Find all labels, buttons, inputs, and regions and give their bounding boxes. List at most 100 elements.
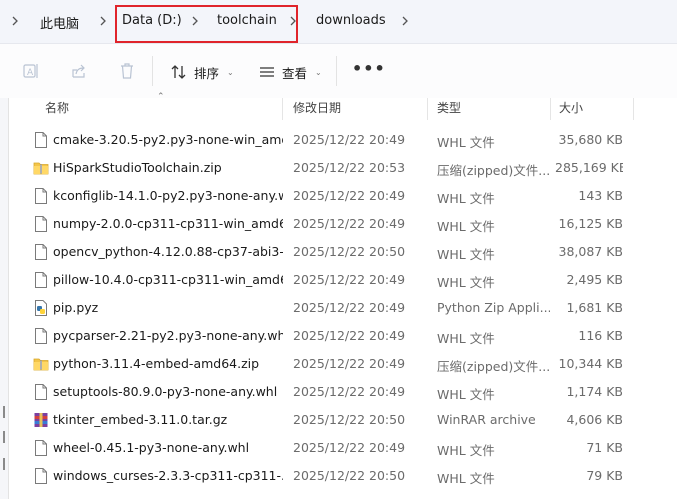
file-name: windows_curses-2.3.3-cp311-cp311-... (53, 468, 283, 483)
sort-label: 排序 (194, 65, 220, 81)
file-modified-date: 2025/12/22 20:49 (293, 216, 406, 231)
file-type: WHL 文件 (437, 135, 495, 150)
winrar-icon (33, 411, 49, 429)
zip-folder-icon (33, 355, 49, 373)
file-row[interactable]: python-3.11.4-embed-amd64.zip 2025/12/22 … (0, 350, 677, 378)
red-highlight-annotation (115, 5, 298, 43)
chevron-right-icon[interactable] (10, 14, 20, 28)
file-modified-date: 2025/12/22 20:50 (293, 244, 406, 259)
file-type: WinRAR archive (437, 412, 536, 427)
file-row[interactable]: kconfiglib-14.1.0-py2.py3-none-any.w... 2… (0, 182, 677, 210)
file-size: 2,495 KB (566, 272, 623, 287)
file-icon (33, 439, 49, 457)
file-type: WHL 文件 (437, 387, 495, 402)
toolbar-divider (152, 56, 153, 86)
command-bar: A 排序 ⌄ 查看 ⌄ ••• (0, 44, 677, 98)
file-name: python-3.11.4-embed-amd64.zip (53, 356, 260, 371)
column-divider[interactable] (633, 98, 634, 120)
file-type: 压缩(zipped)文件... (437, 359, 550, 374)
file-row[interactable]: HiSparkStudioToolchain.zip 2025/12/22 20:… (0, 154, 677, 182)
file-name: cmake-3.20.5-py2.py3-none-win_amd... (53, 132, 283, 147)
python-icon (33, 299, 49, 317)
file-size: 10,344 KB (558, 356, 623, 371)
file-size: 116 KB (578, 328, 623, 343)
column-divider[interactable] (282, 98, 283, 120)
file-type: WHL 文件 (437, 219, 495, 234)
toolbar-divider (336, 56, 337, 86)
file-size: 38,087 KB (558, 244, 623, 259)
delete-icon[interactable] (118, 62, 136, 80)
zip-folder-icon (33, 159, 49, 177)
file-type: WHL 文件 (437, 247, 495, 262)
column-header-type[interactable]: 类型 (437, 99, 461, 116)
chevron-down-icon: ⌄ (315, 67, 322, 77)
file-name: opencv_python-4.12.0.88-cp37-abi3-... (53, 244, 283, 259)
breadcrumb-downloads[interactable]: downloads (316, 13, 386, 28)
file-name: pip.pyz (53, 300, 99, 315)
file-type: WHL 文件 (437, 443, 495, 458)
rename-icon[interactable]: A (22, 62, 40, 80)
file-size: 285,169 KB (555, 160, 623, 175)
column-header-date[interactable]: 修改日期 (293, 99, 341, 116)
file-modified-date: 2025/12/22 20:49 (293, 188, 406, 203)
address-bar: 此电脑 Data (D:) toolchain downloads (0, 0, 677, 44)
breadcrumb-this-pc[interactable]: 此电脑 (40, 13, 79, 32)
file-icon (33, 467, 49, 485)
file-row[interactable]: wheel-0.45.1-py3-none-any.whl 2025/12/22 … (0, 434, 677, 462)
file-type: WHL 文件 (437, 275, 495, 290)
file-modified-date: 2025/12/22 20:49 (293, 384, 406, 399)
file-modified-date: 2025/12/22 20:50 (293, 468, 406, 483)
file-size: 143 KB (578, 188, 623, 203)
file-modified-date: 2025/12/22 20:49 (293, 440, 406, 455)
file-modified-date: 2025/12/22 20:49 (293, 300, 406, 315)
file-type: WHL 文件 (437, 471, 495, 486)
file-size: 35,680 KB (558, 132, 623, 147)
file-icon (33, 187, 49, 205)
file-list: cmake-3.20.5-py2.py3-none-win_amd... 2025… (0, 126, 677, 490)
chevron-right-icon[interactable] (98, 14, 108, 28)
share-icon[interactable] (70, 62, 88, 80)
column-header-size[interactable]: 大小 (559, 99, 583, 116)
file-icon (33, 327, 49, 345)
file-modified-date: 2025/12/22 20:53 (293, 160, 406, 175)
view-label: 查看 (282, 65, 308, 81)
chevron-down-icon: ⌄ (227, 67, 234, 77)
file-row[interactable]: tkinter_embed-3.11.0.tar.gz 2025/12/22 20… (0, 406, 677, 434)
more-options-button[interactable]: ••• (352, 59, 386, 78)
column-header-name[interactable]: 名称 (45, 99, 69, 116)
sort-button[interactable]: 排序 ⌄ (170, 62, 234, 82)
file-name: setuptools-80.9.0-py3-none-any.whl (53, 384, 278, 399)
file-modified-date: 2025/12/22 20:49 (293, 328, 406, 343)
file-size: 1,681 KB (566, 300, 623, 315)
file-icon (33, 215, 49, 233)
file-size: 16,125 KB (558, 216, 623, 231)
file-row[interactable]: opencv_python-4.12.0.88-cp37-abi3-... 202… (0, 238, 677, 266)
view-button[interactable]: 查看 ⌄ (258, 62, 322, 82)
file-row[interactable]: setuptools-80.9.0-py3-none-any.whl 2025/1… (0, 378, 677, 406)
file-row[interactable]: pillow-10.4.0-cp311-cp311-win_amd6... 202… (0, 266, 677, 294)
file-type: Python Zip Appli... (437, 300, 550, 315)
file-icon (33, 383, 49, 401)
file-row[interactable]: numpy-2.0.0-cp311-cp311-win_amd6... 2025/… (0, 210, 677, 238)
file-row[interactable]: pycparser-2.21-py2.py3-none-any.whl 2025/… (0, 322, 677, 350)
file-row[interactable]: pip.pyz 2025/12/22 20:49 Python Zip Appli.… (0, 294, 677, 322)
file-row[interactable]: cmake-3.20.5-py2.py3-none-win_amd... 2025… (0, 126, 677, 154)
file-type: WHL 文件 (437, 331, 495, 346)
column-divider[interactable] (550, 98, 551, 120)
file-size: 4,606 KB (566, 412, 623, 427)
chevron-right-icon[interactable] (400, 14, 410, 28)
file-modified-date: 2025/12/22 20:49 (293, 132, 406, 147)
file-name: HiSparkStudioToolchain.zip (53, 160, 222, 175)
file-size: 71 KB (586, 440, 623, 455)
column-header-row: 名称 修改日期 类型 大小 (10, 98, 677, 120)
file-type: 压缩(zipped)文件... (437, 163, 550, 178)
file-name: pillow-10.4.0-cp311-cp311-win_amd6... (53, 272, 283, 287)
file-row[interactable]: windows_curses-2.3.3-cp311-cp311-... 2025… (0, 462, 677, 490)
file-icon (33, 131, 49, 149)
file-name: kconfiglib-14.1.0-py2.py3-none-any.w... (53, 188, 283, 203)
file-modified-date: 2025/12/22 20:49 (293, 356, 406, 371)
file-icon (33, 243, 49, 261)
column-divider[interactable] (427, 98, 428, 120)
sort-icon (171, 65, 186, 79)
file-name: wheel-0.45.1-py3-none-any.whl (53, 440, 250, 455)
